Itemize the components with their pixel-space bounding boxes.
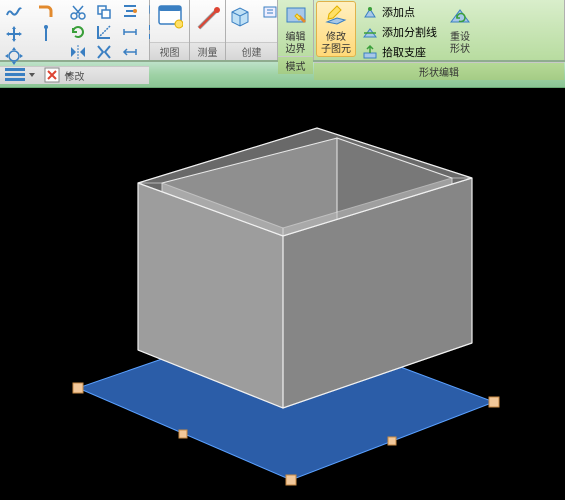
list-rows-icon[interactable] <box>4 66 37 84</box>
panel-create: 创建 <box>226 0 278 60</box>
rotate-icon[interactable] <box>67 22 89 42</box>
edit-subelement-l2: 子图元 <box>321 44 351 56</box>
split-icon[interactable] <box>93 42 115 62</box>
cut-icon[interactable] <box>67 2 89 22</box>
modify-icon-wave[interactable] <box>3 2 25 22</box>
add-split-line-label: 添加分割线 <box>382 24 437 40</box>
panel-create-title: 创建 <box>226 42 277 60</box>
pipe-icon[interactable] <box>35 2 57 22</box>
edit-boundary-button[interactable]: 编辑 边界 <box>279 2 313 56</box>
add-point-label: 添加点 <box>382 4 415 20</box>
panel-shape-edit: 修改 子图元 添加点 添加分割线 拾取支座 重设 <box>314 0 565 60</box>
viewport-3d[interactable] <box>0 88 565 500</box>
reset-shape-l2: 形状 <box>450 44 470 56</box>
pick-support-label: 拾取支座 <box>382 44 426 60</box>
dimension-icon[interactable] <box>119 22 141 42</box>
edit-boundary-l1: 编辑 <box>286 32 306 44</box>
copy-icon[interactable] <box>93 2 115 22</box>
close-panel-icon[interactable] <box>43 66 74 84</box>
move-icon[interactable] <box>3 24 25 44</box>
reset-shape-button[interactable]: 重设 形状 <box>443 2 477 56</box>
panel-mode-title: 模式 <box>278 56 313 74</box>
pick-support-button[interactable]: 拾取支座 <box>359 42 428 62</box>
model-scene <box>0 88 565 500</box>
mirror-icon[interactable] <box>67 42 89 62</box>
panel-measure: 测量 <box>190 0 226 60</box>
panel-modify: 修改 <box>0 0 150 60</box>
panel-view: 视图 <box>150 0 190 60</box>
add-point-button[interactable]: 添加点 <box>359 2 417 22</box>
dim-back-icon[interactable] <box>119 42 141 62</box>
modify-col-left <box>3 2 25 66</box>
vertical-line-icon[interactable] <box>35 24 57 44</box>
panel-shape-edit-title: 形状编辑 <box>314 62 564 80</box>
edit-boundary-l2: 边界 <box>286 44 306 56</box>
panel-mode: 编辑 边界 模式 <box>278 0 314 60</box>
trim-icon[interactable] <box>93 22 115 42</box>
measure-button[interactable] <box>191 2 225 32</box>
modify-col-pipe <box>35 2 57 44</box>
view-window-button[interactable] <box>153 2 187 32</box>
open-box-model[interactable] <box>138 128 472 408</box>
ribbon: 修改 视图 测量 创建 <box>0 0 565 62</box>
edit-subelement-button[interactable]: 修改 子图元 <box>317 2 355 56</box>
reset-shape-l1: 重设 <box>450 32 470 44</box>
add-split-line-button[interactable]: 添加分割线 <box>359 22 439 42</box>
panel-measure-title: 测量 <box>190 42 225 60</box>
create-cube-button[interactable] <box>222 2 256 32</box>
align-icon[interactable] <box>119 2 141 22</box>
panel-view-title: 视图 <box>150 42 189 60</box>
rotate-free-icon[interactable] <box>3 46 25 66</box>
edit-subelement-l1: 修改 <box>326 32 346 44</box>
